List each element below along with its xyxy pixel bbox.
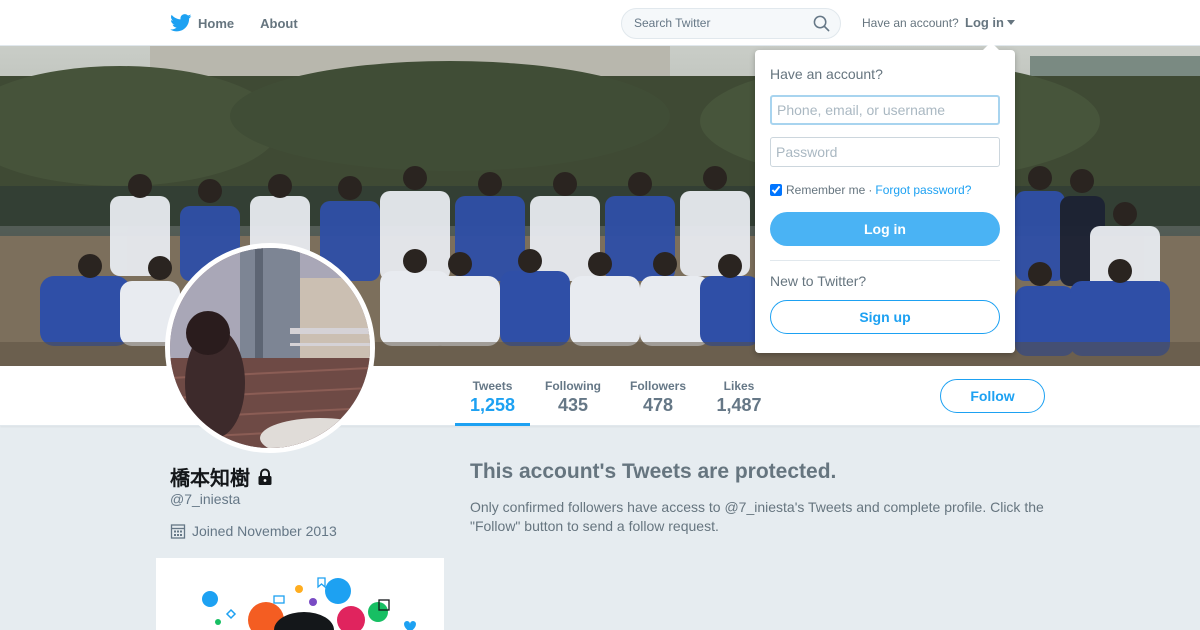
twitter-bird-icon: [170, 14, 192, 32]
separator-dot: ·: [868, 183, 873, 197]
avatar-image: [170, 248, 370, 448]
dropdown-heading: Have an account?: [770, 66, 883, 82]
stat-followers-value: 478: [642, 395, 674, 415]
login-toggle-label: Log in: [965, 15, 1004, 30]
nav-left: Home About: [170, 0, 324, 46]
remember-row: Remember me · Forgot password?: [770, 183, 971, 197]
username-field[interactable]: [770, 95, 1000, 125]
promo-illustration: [202, 577, 416, 630]
search-box: [621, 8, 841, 39]
stat-likes-value: 1,487: [716, 395, 762, 415]
stat-following-value: 435: [557, 395, 589, 415]
new-to-twitter-text: New to Twitter?: [770, 273, 867, 289]
search-input[interactable]: [634, 16, 804, 30]
password-field[interactable]: [770, 137, 1000, 167]
protected-title: This account's Tweets are protected.: [470, 460, 837, 483]
nav-about-label: About: [260, 15, 298, 31]
protected-body: Only confirmed followers have access to …: [470, 499, 1044, 534]
calendar-icon: [170, 524, 186, 539]
profile-name-text: 橋本知樹: [170, 468, 250, 490]
joined-date: Joined November 2013: [170, 523, 337, 539]
stat-following-label: Following: [545, 379, 601, 393]
stat-tweets[interactable]: Tweets 1,258: [455, 366, 530, 426]
remember-me-checkbox[interactable]: [770, 184, 782, 196]
have-account-text: Have an account?: [862, 16, 959, 30]
promo-card: [156, 558, 444, 630]
nav-about[interactable]: About: [260, 16, 298, 31]
screen-name[interactable]: @7_iniesta: [170, 491, 240, 507]
nav-home-label: Home: [198, 15, 235, 31]
stat-followers-label: Followers: [629, 379, 686, 393]
lock-icon: [258, 468, 272, 485]
follow-button[interactable]: Follow: [940, 379, 1045, 413]
nav-home[interactable]: Home: [170, 14, 234, 32]
joined-text: Joined November 2013: [192, 523, 337, 539]
stat-likes[interactable]: Likes 1,487: [708, 366, 770, 426]
login-dropdown-toggle[interactable]: Log in: [965, 15, 1015, 30]
forgot-password-link[interactable]: Forgot password?: [875, 183, 971, 197]
login-button[interactable]: Log in: [770, 212, 1000, 246]
stat-followers[interactable]: Followers 478: [622, 366, 694, 426]
profile-name: 橋本知樹: [170, 462, 274, 491]
search-icon[interactable]: [813, 15, 830, 32]
dropdown-arrow: [983, 42, 999, 50]
dropdown-divider: [770, 260, 1000, 261]
avatar[interactable]: [165, 243, 375, 453]
stat-following[interactable]: Following 435: [538, 366, 608, 426]
top-nav: Home About Have an account? Log in: [0, 0, 1200, 46]
stat-tweets-label: Tweets: [472, 379, 513, 393]
login-dropdown: Have an account? Remember me · Forgot pa…: [755, 42, 1015, 353]
signup-button[interactable]: Sign up: [770, 300, 1000, 334]
caret-down-icon: [1007, 19, 1015, 25]
remember-me-label[interactable]: Remember me: [786, 183, 865, 197]
stat-tweets-value: 1,258: [469, 395, 516, 415]
stat-likes-label: Likes: [723, 379, 755, 393]
